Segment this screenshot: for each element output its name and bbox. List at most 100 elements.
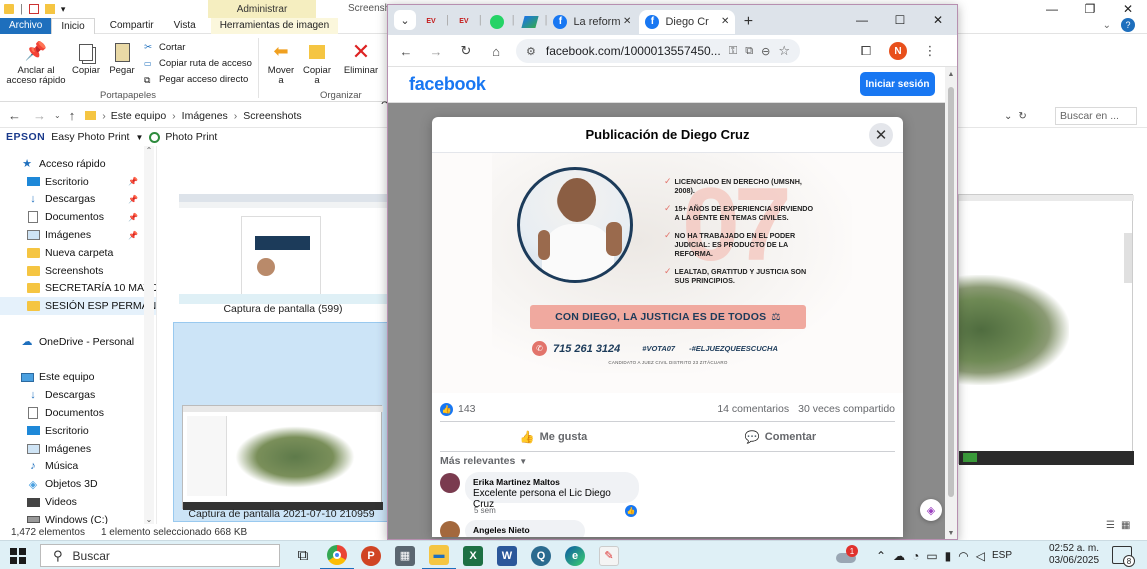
- site-info-icon[interactable]: ⚙: [526, 45, 536, 58]
- messenger-float-icon[interactable]: ◈: [920, 499, 942, 521]
- copy-path-button[interactable]: ▭ Copiar ruta de acceso: [144, 56, 252, 72]
- recent-dropdown-icon[interactable]: ⌄: [54, 111, 61, 120]
- weather-icon[interactable]: 1: [834, 545, 858, 565]
- file-name-2021-07-10[interactable]: Captura de pantalla 2021-07-10 210959: [173, 508, 390, 520]
- nav-item[interactable]: Escritorio: [0, 422, 156, 440]
- powerpoint-app-icon[interactable]: P: [354, 541, 388, 569]
- move-to-button[interactable]: ⬅ Mover a: [265, 40, 297, 87]
- meet-tray-icon[interactable]: ◔: [912, 549, 919, 563]
- chrome-close-button[interactable]: ✕: [919, 5, 957, 35]
- nav-item[interactable]: Escritorio 📌: [0, 173, 156, 191]
- delete-button[interactable]: ✕ Eliminar: [341, 39, 381, 76]
- refresh-icon[interactable]: ↻: [1018, 111, 1026, 122]
- volume-icon[interactable]: ◁: [976, 549, 985, 563]
- photo-print-button[interactable]: Photo Print: [165, 131, 217, 143]
- forward-button[interactable]: →: [424, 39, 448, 63]
- wifi-icon[interactable]: ◠: [958, 549, 968, 563]
- login-button[interactable]: Iniciar sesión: [860, 72, 935, 96]
- comment-filter[interactable]: Más relevantes ▼: [440, 455, 527, 467]
- comment-author[interactable]: Angeles Nieto: [473, 525, 577, 535]
- paste-button[interactable]: Pegar: [106, 40, 138, 76]
- pin-quick-access-button[interactable]: 📌 Anclar al acceso rápido: [4, 40, 68, 87]
- properties-icon[interactable]: [28, 4, 39, 14]
- easy-photo-print-button[interactable]: Easy Photo Print: [51, 131, 129, 143]
- nav-item[interactable]: ↓ Descargas 📌: [0, 191, 156, 209]
- nav-item[interactable]: Videos: [0, 493, 156, 511]
- chrome-maximize-button[interactable]: ☐: [881, 5, 919, 35]
- word-app-icon[interactable]: W: [490, 541, 524, 569]
- language-indicator[interactable]: ESP: [992, 550, 1012, 561]
- nav-item[interactable]: SECRETARÍA 10 MAYO: [0, 280, 156, 298]
- nav-item[interactable]: Documentos: [0, 404, 156, 422]
- profile-avatar[interactable]: N: [886, 39, 910, 63]
- page-scrollbar[interactable]: ▲ ▼: [945, 67, 957, 539]
- file-thumbnail-2021-07-10[interactable]: [173, 322, 390, 522]
- nav-item[interactable]: ★ Acceso rápido: [0, 155, 156, 173]
- forward-arrow-icon[interactable]: →: [33, 108, 46, 123]
- reaction-count[interactable]: 143: [458, 403, 476, 415]
- extensions-icon[interactable]: ⧠: [854, 39, 878, 63]
- breadcrumb-este-equipo[interactable]: Este equipo: [111, 110, 166, 122]
- nav-item[interactable]: ◈ Objetos 3D: [0, 475, 156, 493]
- app-tray-icon[interactable]: ▭: [926, 549, 937, 563]
- epson-dropdown-icon[interactable]: ▼: [135, 133, 143, 142]
- omnibox[interactable]: ⚙ facebook.com/1000013557450... ⚿ ⧉ ⊖ ☆: [516, 39, 800, 63]
- post-image[interactable]: 07 ✓ LICENCIADO EN DERECHO (UMSNH, 2008).…: [432, 153, 903, 393]
- file-thumbnail-599[interactable]: [179, 194, 387, 304]
- close-button[interactable]: ✕: [1109, 0, 1147, 18]
- pinned-tab-4[interactable]: [515, 10, 545, 34]
- install-app-icon[interactable]: ⧉: [745, 45, 753, 58]
- scroll-thumb[interactable]: [948, 87, 954, 497]
- paste-shortcut-button[interactable]: ⧉ Pegar acceso directo: [144, 72, 252, 88]
- copy-button[interactable]: Copiar: [70, 40, 102, 76]
- tab-close-icon[interactable]: ✕: [721, 16, 729, 27]
- tray-expand-icon[interactable]: ⌃: [876, 549, 886, 563]
- modal-close-button[interactable]: ✕: [869, 123, 893, 147]
- nav-item[interactable]: Windows (C:): [0, 511, 156, 524]
- tab-compartir[interactable]: Compartir: [101, 18, 163, 34]
- file-explorer-app-icon[interactable]: ▬: [422, 541, 456, 569]
- windows-start-icon[interactable]: [10, 548, 26, 564]
- share-count[interactable]: 30 veces compartido: [798, 403, 895, 415]
- task-view-icon[interactable]: ⧉: [286, 541, 320, 569]
- nav-item[interactable]: Imágenes 📌: [0, 226, 156, 244]
- zoom-icon[interactable]: ⊖: [761, 45, 770, 58]
- tab-archivo[interactable]: Archivo: [0, 17, 52, 34]
- battery-icon[interactable]: ▮: [945, 549, 952, 563]
- reload-button[interactable]: ↻: [454, 39, 478, 63]
- magnifier-app-icon[interactable]: Q: [524, 541, 558, 569]
- avatar[interactable]: [440, 473, 460, 493]
- restore-button[interactable]: ❐: [1071, 0, 1109, 18]
- calculator-app-icon[interactable]: ▦: [388, 541, 422, 569]
- cut-button[interactable]: ✂ Cortar: [144, 40, 252, 56]
- chrome-app-icon[interactable]: [320, 541, 354, 569]
- back-button[interactable]: ←: [394, 39, 418, 63]
- qat-dropdown-icon[interactable]: ▾: [61, 4, 66, 15]
- nav-item[interactable]: Imágenes: [0, 440, 156, 458]
- new-tab-button[interactable]: +: [735, 10, 761, 34]
- password-key-icon[interactable]: ⚿: [729, 45, 737, 58]
- comment-time[interactable]: 5 sem: [474, 506, 496, 515]
- clock[interactable]: 02:52 a. m. 03/06/2025: [1044, 543, 1104, 567]
- tab-vista[interactable]: Vista: [165, 18, 205, 34]
- comment-author[interactable]: Erika Martinez Maltos: [473, 477, 631, 487]
- nav-item[interactable]: Nueva carpeta: [0, 244, 156, 262]
- paint-app-icon[interactable]: ✎: [592, 541, 626, 569]
- tab-search-button[interactable]: ⌄: [394, 10, 416, 30]
- nav-item[interactable]: Este equipo: [0, 369, 156, 387]
- nav-item[interactable]: ♪ Música: [0, 458, 156, 476]
- new-folder-icon[interactable]: [44, 4, 55, 14]
- minimize-button[interactable]: —: [1033, 0, 1071, 18]
- excel-app-icon[interactable]: X: [456, 541, 490, 569]
- comment-button[interactable]: 💬 Comentar: [667, 430, 894, 444]
- facebook-logo[interactable]: facebook: [409, 74, 486, 95]
- pinned-tab-2[interactable]: EV: [449, 10, 479, 34]
- file-name-599[interactable]: Captura de pantalla (599): [179, 303, 387, 315]
- breadcrumb-imagenes[interactable]: Imágenes: [182, 110, 228, 122]
- avatar[interactable]: [440, 521, 460, 537]
- tab-herramientas-imagen[interactable]: Herramientas de imagen: [210, 17, 339, 34]
- search-input[interactable]: Buscar en ...: [1055, 107, 1137, 125]
- breadcrumb-screenshots[interactable]: Screenshots: [243, 110, 301, 122]
- tab-inicio[interactable]: Inicio: [51, 17, 95, 34]
- nav-item[interactable]: ☁ OneDrive - Personal: [0, 333, 156, 351]
